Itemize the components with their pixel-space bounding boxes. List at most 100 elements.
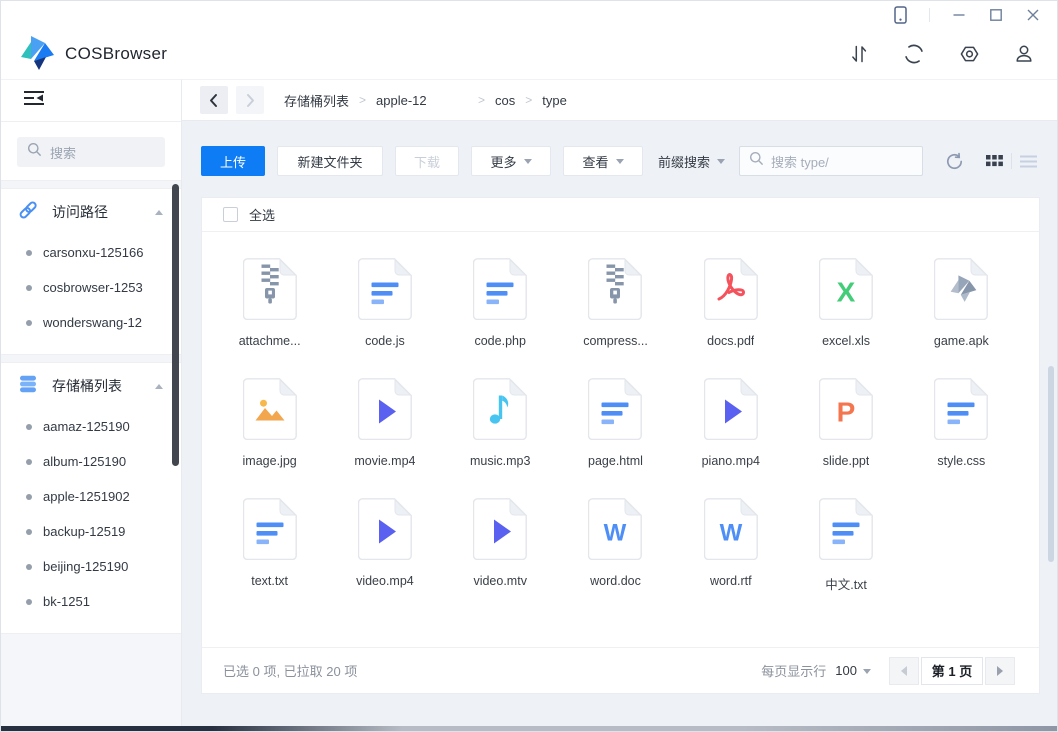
sidebar-section: 访问路径 carsonxu-125166 cosbrowser-1253 won…	[1, 189, 181, 354]
settings-icon[interactable]	[958, 43, 980, 65]
file-item[interactable]: compress...	[558, 258, 673, 348]
sidebar-item-label: bk-1251	[43, 594, 90, 609]
file-item[interactable]: W word.rtf	[673, 498, 788, 593]
file-item[interactable]: W word.doc	[558, 498, 673, 593]
breadcrumb-item[interactable]: apple-12	[376, 93, 468, 108]
file-item[interactable]: code.js	[327, 258, 442, 348]
file-type-text-icon	[473, 258, 527, 325]
more-button[interactable]: 更多	[471, 146, 551, 176]
sidebar-item[interactable]: aamaz-125190	[1, 409, 181, 444]
list-footer: 已选 0 项, 已拉取 20 项 每页显示行 100 第 1 页	[202, 647, 1039, 693]
brand: COSBrowser	[17, 33, 167, 76]
bullet-icon	[26, 494, 32, 500]
svg-text:W: W	[719, 520, 742, 547]
file-item[interactable]: docs.pdf	[673, 258, 788, 348]
grid-view-icon[interactable]	[986, 146, 1003, 176]
prefix-search-dropdown[interactable]: 前缀搜索	[658, 146, 725, 176]
file-item[interactable]: video.mp4	[327, 498, 442, 593]
sidebar-item[interactable]: cosbrowser-1253	[1, 270, 181, 305]
file-item[interactable]: image.jpg	[212, 378, 327, 468]
upload-button[interactable]: 上传	[201, 146, 265, 176]
file-item[interactable]: style.css	[904, 378, 1019, 468]
list-view-icon[interactable]	[1020, 146, 1037, 176]
file-type-text-icon	[934, 378, 988, 445]
close-button[interactable]	[1025, 6, 1041, 24]
breadcrumb-item[interactable]: type	[542, 93, 567, 108]
file-type-word-icon: W	[704, 498, 758, 565]
file-name: code.js	[365, 334, 405, 348]
file-item[interactable]: music.mp3	[443, 378, 558, 468]
sidebar-item-label: apple-1251902	[43, 489, 130, 504]
file-name: docs.pdf	[707, 334, 754, 348]
sidebar-item[interactable]: wonderswang-12	[1, 305, 181, 340]
file-type-zip-icon	[588, 258, 642, 325]
minimize-button[interactable]	[951, 6, 967, 24]
sidebar-item[interactable]: apple-1251902	[1, 479, 181, 514]
file-name: text.txt	[251, 574, 288, 588]
prev-page-button[interactable]	[889, 657, 919, 685]
file-item[interactable]: piano.mp4	[673, 378, 788, 468]
svg-text:P: P	[837, 397, 856, 428]
file-item[interactable]: P slide.ppt	[788, 378, 903, 468]
selection-status: 已选 0 项, 已拉取 20 项	[223, 661, 761, 680]
collapse-sidebar-icon[interactable]	[23, 90, 45, 111]
file-name: word.rtf	[710, 574, 752, 588]
forward-button[interactable]	[236, 86, 264, 114]
view-toggle-divider	[1011, 153, 1012, 169]
object-search-placeholder: 搜索 type/	[771, 152, 829, 171]
sidebar-section-divider	[1, 180, 181, 189]
sidebar-item[interactable]: carsonxu-125166	[1, 235, 181, 270]
file-item[interactable]: video.mtv	[443, 498, 558, 593]
file-type-audio-icon	[473, 378, 527, 445]
collapse-up-icon	[155, 380, 163, 389]
sidebar-search-input[interactable]: 搜索	[17, 137, 165, 167]
sidebar-item[interactable]: beijing-125190	[1, 549, 181, 584]
back-button[interactable]	[200, 86, 228, 114]
view-button[interactable]: 查看	[563, 146, 643, 176]
file-name: attachme...	[239, 334, 301, 348]
file-type-video-icon	[704, 378, 758, 445]
breadcrumb-item[interactable]: 存储桶列表	[284, 91, 349, 110]
new-folder-button[interactable]: 新建文件夹	[277, 146, 383, 176]
file-type-word-icon: W	[588, 498, 642, 565]
file-item[interactable]: movie.mp4	[327, 378, 442, 468]
file-type-excel-icon: X	[819, 258, 873, 325]
file-type-text-icon	[358, 258, 412, 325]
sidebar-scrollbar[interactable]	[172, 184, 179, 466]
next-page-icon	[997, 666, 1008, 676]
svg-text:X: X	[837, 277, 856, 308]
file-item[interactable]: 中文.txt	[788, 498, 903, 593]
file-item[interactable]: page.html	[558, 378, 673, 468]
select-all-checkbox[interactable]	[223, 207, 238, 222]
user-icon[interactable]	[1013, 43, 1035, 65]
sidebar-item[interactable]: album-125190	[1, 444, 181, 479]
refresh-icon[interactable]	[945, 146, 964, 176]
sidebar-item-label: backup-12519	[43, 524, 125, 539]
breadcrumb-separator: >	[478, 93, 485, 107]
bullet-icon	[26, 459, 32, 465]
maximize-button[interactable]	[988, 6, 1004, 24]
sidebar-item[interactable]: bk-1251	[1, 584, 181, 619]
file-item[interactable]: X excel.xls	[788, 258, 903, 348]
sync-icon[interactable]	[903, 43, 925, 65]
file-item[interactable]: text.txt	[212, 498, 327, 593]
transfer-icon[interactable]	[848, 43, 870, 65]
sidebar-item[interactable]: backup-12519	[1, 514, 181, 549]
sidebar-section-header[interactable]: 存储桶列表	[1, 363, 181, 409]
per-page-select[interactable]: 100	[835, 663, 871, 678]
breadcrumb-item[interactable]: cos	[495, 93, 515, 108]
file-item[interactable]: game.apk	[904, 258, 1019, 348]
file-item[interactable]: code.php	[443, 258, 558, 348]
window-bottom-edge	[1, 726, 1057, 731]
mobile-device-icon[interactable]	[892, 6, 908, 24]
bucket-icon	[18, 374, 38, 399]
next-page-button[interactable]	[985, 657, 1015, 685]
chevron-down-icon	[863, 669, 871, 678]
download-button[interactable]: 下载	[395, 146, 459, 176]
app-header: COSBrowser	[1, 29, 1057, 79]
main-scrollbar[interactable]	[1048, 366, 1054, 562]
object-search-input[interactable]: 搜索 type/	[739, 146, 923, 176]
sidebar-section-header[interactable]: 访问路径	[1, 189, 181, 235]
file-name: movie.mp4	[354, 454, 415, 468]
file-item[interactable]: attachme...	[212, 258, 327, 348]
